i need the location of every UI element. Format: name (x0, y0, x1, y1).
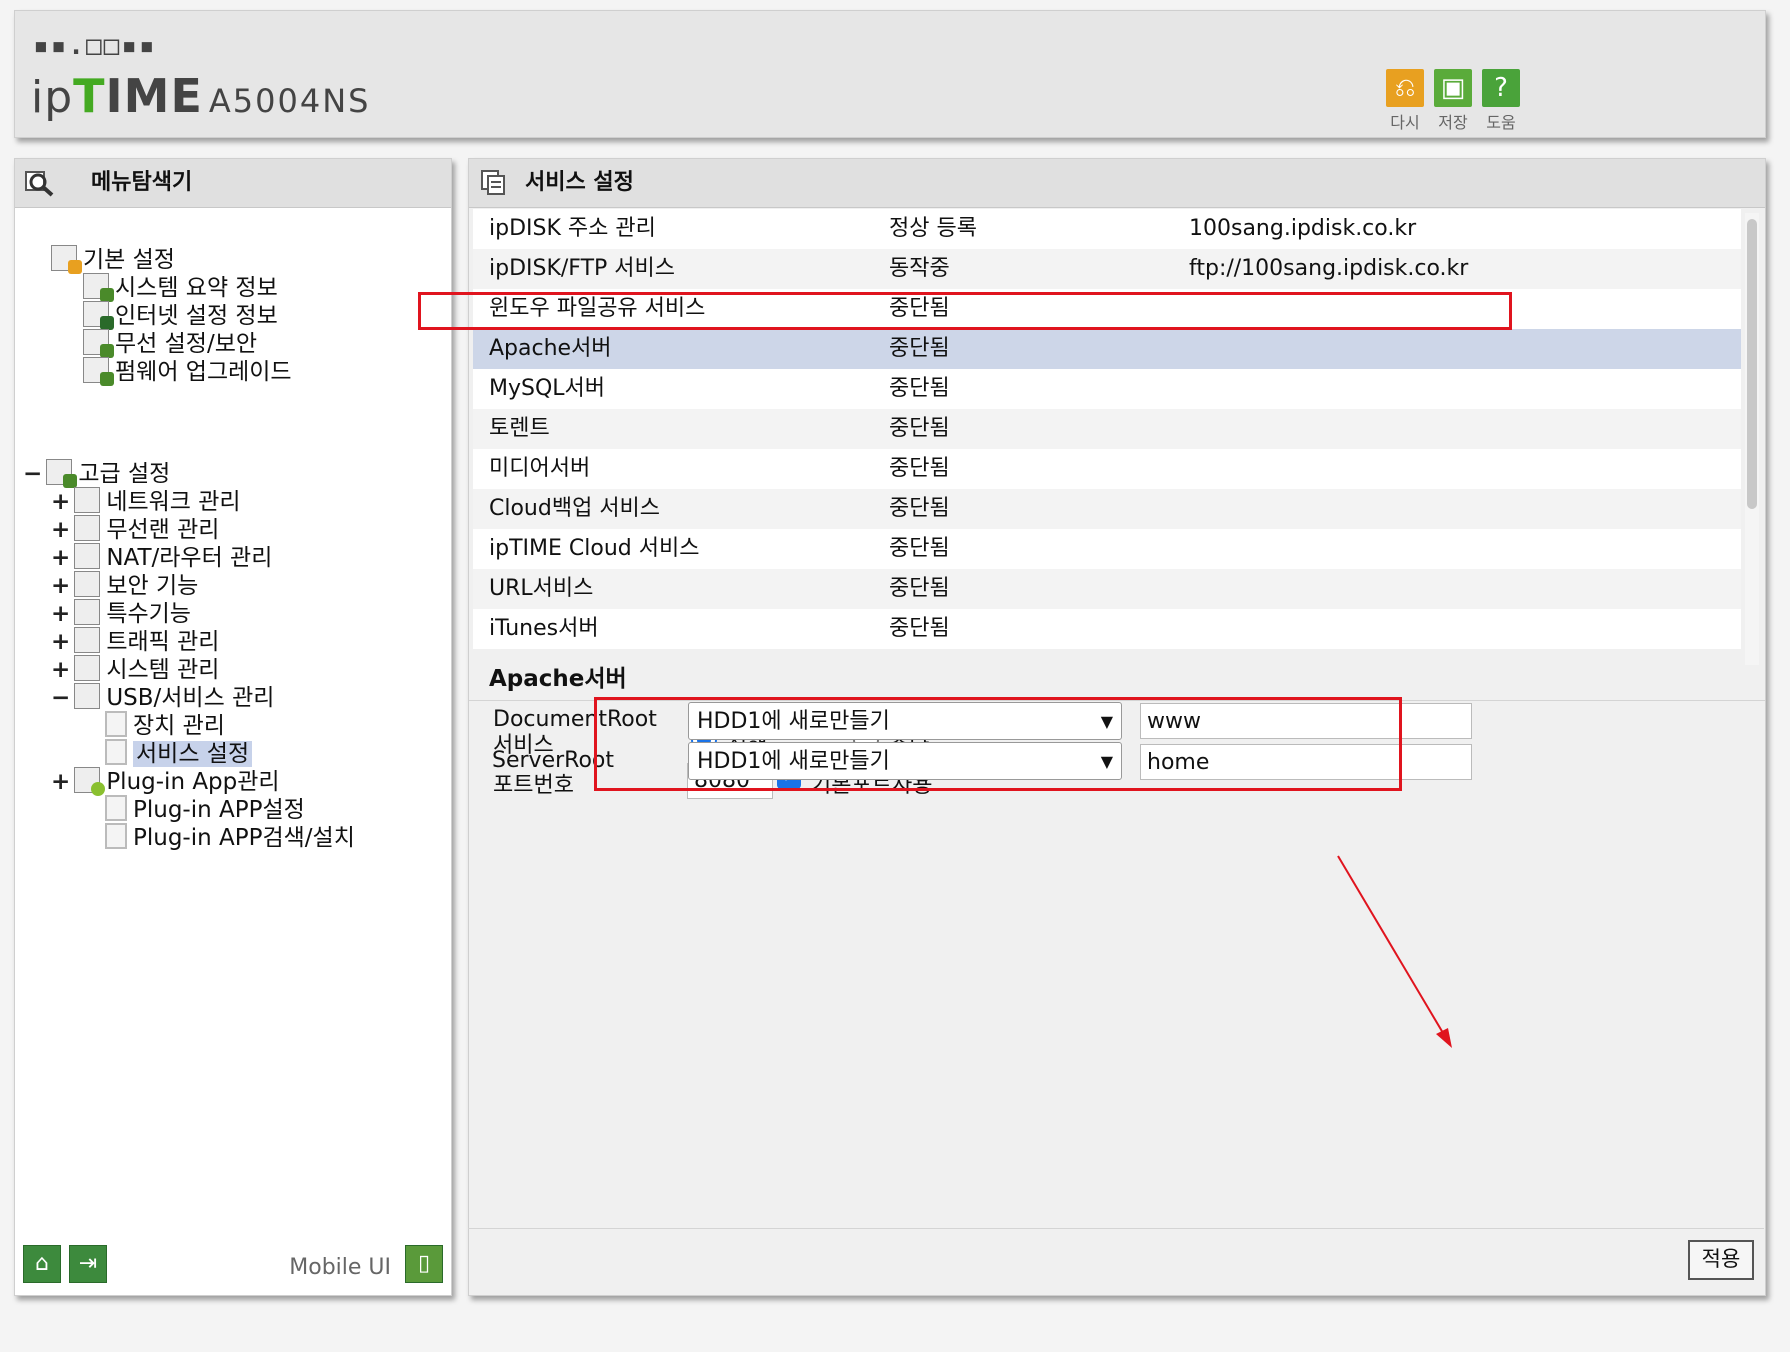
service-row[interactable]: 미디어서버 중단됨 (473, 449, 1741, 489)
upgrade-icon (83, 357, 114, 386)
brand-ip: ip (31, 72, 74, 123)
usb-icon (74, 683, 101, 709)
tree-item-firmware-upgrade[interactable]: 펌웨어 업그레이드 (83, 357, 292, 387)
service-row[interactable]: Cloud백업 서비스 중단됨 (473, 489, 1741, 529)
save-button[interactable]: ▣ 저장 (1433, 69, 1473, 133)
expand-icon[interactable]: + (51, 627, 70, 657)
monitor-icon (83, 301, 114, 330)
brand-time: TIME (73, 69, 203, 123)
page-icon (105, 795, 127, 821)
expand-icon[interactable]: + (51, 487, 70, 517)
expand-icon[interactable]: + (51, 571, 70, 601)
service-list-scrollbar[interactable] (1745, 213, 1759, 665)
menu-explorer-title: 메뉴탐색기 (91, 170, 193, 195)
collapse-icon[interactable]: − (23, 459, 42, 489)
save-icon: ▣ (1434, 69, 1472, 107)
tree-item-wlan[interactable]: + 무선랜 관리 (51, 515, 219, 545)
annotation-box-apache (418, 292, 1512, 330)
tree-item-usb-service[interactable]: − USB/서비스 관리 (51, 683, 274, 713)
service-row[interactable]: ipTIME Cloud 서비스 중단됨 (473, 529, 1741, 569)
undo-button[interactable]: ⎌ 다시 (1385, 69, 1425, 133)
mobile-icon[interactable]: ▯ (405, 1245, 443, 1283)
expand-icon[interactable]: + (51, 655, 70, 685)
service-row[interactable]: URL서비스 중단됨 (473, 569, 1741, 609)
expand-icon[interactable]: + (51, 767, 70, 797)
page-icon (105, 711, 127, 737)
collapse-icon[interactable]: − (51, 683, 70, 713)
tree-item-internet-info[interactable]: 인터넷 설정 정보 (83, 301, 278, 331)
service-settings-header: 서비스 설정 (469, 159, 1765, 208)
service-list: ipDISK 주소 관리 정상 등록 100sang.ipdisk.co.kr ip… (473, 209, 1741, 649)
tree-item-system-summary[interactable]: 시스템 요약 정보 (83, 273, 278, 303)
pages-icon (481, 170, 505, 195)
service-row[interactable]: MySQL서버 중단됨 (473, 369, 1741, 409)
expand-icon[interactable]: + (51, 515, 70, 545)
service-row-selected[interactable]: Apache서버 중단됨 (473, 329, 1741, 369)
scrollbar-thumb[interactable] (1747, 219, 1757, 509)
brand-logo: ipTIME A5004NS (31, 69, 370, 123)
model-name: A5004NS (208, 82, 371, 120)
help-icon: ? (1482, 69, 1520, 107)
section-title: Apache서버 (489, 666, 627, 692)
service-row[interactable]: 토렌트 중단됨 (473, 409, 1741, 449)
tree-item-security[interactable]: + 보안 기능 (51, 571, 198, 601)
tree-basic-settings[interactable]: 기본 설정 (51, 245, 175, 275)
annotation-box-roots (594, 697, 1402, 791)
service-row[interactable]: ipDISK/FTP 서비스 동작중 ftp://100sang.ipdisk.co… (473, 249, 1741, 289)
service-settings-title: 서비스 설정 (525, 170, 634, 195)
tree-advanced-settings[interactable]: − 고급 설정 (23, 459, 170, 489)
home-icon[interactable]: ⌂ (23, 1245, 61, 1283)
tree-item-plugin-settings[interactable]: Plug-in APP설정 (105, 795, 305, 825)
mobile-ui-link[interactable]: Mobile UI (289, 1255, 391, 1280)
annotation-arrow (1337, 855, 1452, 1048)
magnifier-icon (25, 171, 54, 197)
chart-icon (74, 655, 101, 681)
menu-explorer-header: 메뉴탐색기 (15, 159, 451, 208)
header-bar: ▪▪.□□▪▪ ipTIME A5004NS ⎌ 다시 ▣ 저장 ? 도움 (14, 10, 1766, 138)
tree-item-device-management[interactable]: 장치 관리 (105, 711, 225, 741)
left-footer: ⌂ ⇥ Mobile UI ▯ (23, 1245, 443, 1285)
tree-item-plugin-app[interactable]: + Plug-in App관리 (51, 767, 280, 797)
tree-item-nat-router[interactable]: + NAT/라우터 관리 (51, 543, 272, 573)
chart-icon (83, 273, 114, 302)
save-label: 저장 (1438, 113, 1468, 132)
service-row[interactable]: iTunes서버 중단됨 (473, 609, 1741, 649)
logo-mark: ▪▪.□□▪▪ (33, 31, 157, 61)
port-label: 포트번호 (493, 773, 574, 798)
logout-icon[interactable]: ⇥ (69, 1245, 107, 1283)
tree-item-plugin-search[interactable]: Plug-in APP검색/설치 (105, 823, 355, 853)
help-label: 도움 (1486, 113, 1516, 132)
traffic-icon (74, 627, 101, 653)
help-button[interactable]: ? 도움 (1481, 69, 1521, 133)
tree-item-service-settings[interactable]: 서비스 설정 (105, 739, 253, 769)
wifi-icon (74, 515, 101, 541)
network-icon (74, 487, 101, 513)
expand-icon[interactable]: + (51, 543, 70, 573)
special-icon (74, 599, 101, 625)
tree-item-system[interactable]: + 시스템 관리 (51, 655, 219, 685)
tree-item-special[interactable]: + 특수기능 (51, 599, 191, 629)
wifi-icon (83, 329, 114, 358)
tree-item-traffic[interactable]: + 트래픽 관리 (51, 627, 219, 657)
menu-explorer-panel: 메뉴탐색기 기본 설정 시스템 요약 정보 인터넷 설정 정보 무선 설정/보안… (14, 158, 452, 1296)
service-row[interactable]: ipDISK 주소 관리 정상 등록 100sang.ipdisk.co.kr (473, 209, 1741, 249)
folder-icon (51, 245, 82, 274)
page-icon (105, 739, 127, 765)
tree-item-network[interactable]: + 네트워크 관리 (51, 487, 241, 517)
page-icon (105, 823, 127, 849)
folder-icon (46, 459, 78, 488)
apply-button[interactable]: 적용 (1688, 1240, 1754, 1280)
expand-icon[interactable]: + (51, 599, 70, 629)
plugin-icon (74, 767, 106, 796)
router-icon (74, 543, 101, 569)
undo-icon: ⎌ (1386, 69, 1424, 107)
lock-icon (74, 571, 101, 597)
undo-label: 다시 (1390, 113, 1420, 132)
tree-item-wireless-security[interactable]: 무선 설정/보안 (83, 329, 257, 359)
